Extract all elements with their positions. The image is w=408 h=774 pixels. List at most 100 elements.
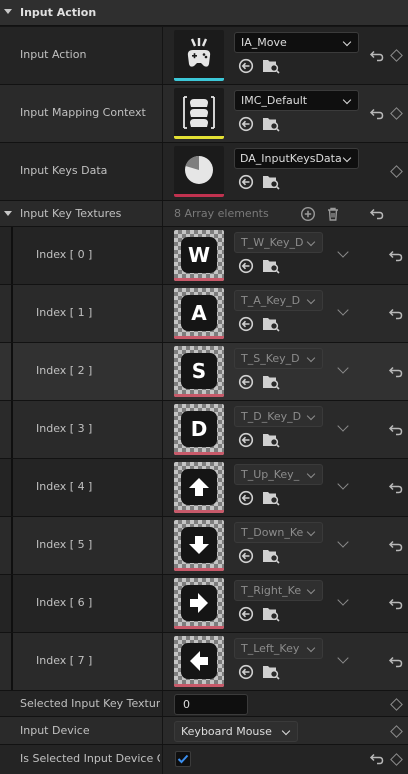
browse-folder-icon[interactable]	[262, 58, 280, 74]
texture-thumbnail[interactable]	[174, 462, 224, 513]
browse-folder-icon[interactable]	[262, 490, 280, 506]
element-options-chevron-icon[interactable]	[337, 536, 349, 548]
texture-asset-combo[interactable]: T_Right_Ke	[234, 580, 323, 601]
trash-icon[interactable]	[325, 206, 341, 222]
use-selected-asset-icon[interactable]	[238, 116, 254, 132]
input-device-combo[interactable]: Keyboard Mouse	[174, 721, 298, 742]
texture-thumbnail[interactable]	[174, 520, 224, 571]
reset-to-default-icon[interactable]	[369, 106, 385, 122]
element-options-chevron-icon[interactable]	[337, 652, 349, 664]
keyframe-diamond-icon[interactable]	[390, 753, 403, 766]
asset-type-bar	[174, 452, 224, 455]
input-key-textures-row[interactable]: Input Key Textures 8 Array elements	[0, 201, 408, 227]
indent-guide	[11, 285, 13, 342]
keyframe-diamond-icon[interactable]	[390, 165, 403, 178]
texture-element-row: Index [ 4 ] T_Up_Key_	[0, 459, 408, 517]
texture-asset-combo[interactable]: T_S_Key_D	[234, 348, 323, 369]
use-selected-asset-icon[interactable]	[238, 606, 254, 622]
element-options-chevron-icon[interactable]	[337, 246, 349, 258]
browse-folder-icon[interactable]	[262, 606, 280, 622]
browse-folder-icon[interactable]	[262, 258, 280, 274]
texture-asset-combo[interactable]: T_D_Key_D	[234, 406, 323, 427]
indent-guide	[11, 575, 13, 632]
keys-data-asset-combo[interactable]: DA_InputKeysData	[234, 148, 359, 169]
left-arrow-icon	[190, 651, 208, 671]
element-options-chevron-icon[interactable]	[337, 420, 349, 432]
selected-device-label: Is Selected Input Device O…	[20, 752, 160, 765]
selected-key-texture-input[interactable]: 0	[174, 694, 248, 715]
reset-to-default-icon[interactable]	[388, 654, 404, 670]
keyframe-diamond-icon[interactable]	[390, 107, 403, 120]
column-divider	[162, 201, 163, 226]
expand-arrow-icon[interactable]	[4, 211, 12, 216]
right-arrow-icon	[190, 593, 208, 613]
use-selected-asset-icon[interactable]	[238, 548, 254, 564]
browse-folder-icon[interactable]	[262, 316, 280, 332]
texture-thumbnail[interactable]: A	[174, 288, 224, 339]
reset-to-default-icon[interactable]	[388, 422, 404, 438]
browse-folder-icon[interactable]	[262, 664, 280, 680]
pie-chart-icon	[185, 155, 213, 184]
reset-to-default-icon[interactable]	[388, 364, 404, 380]
texture-thumbnail[interactable]	[174, 578, 224, 629]
texture-thumbnail[interactable]: D	[174, 404, 224, 455]
texture-asset-combo[interactable]: T_Down_Ke	[234, 522, 323, 543]
reset-to-default-icon[interactable]	[388, 248, 404, 264]
chevron-down-icon	[306, 353, 316, 363]
input-action-asset-name: IA_Move	[241, 36, 287, 49]
browse-folder-icon[interactable]	[262, 548, 280, 564]
reset-to-default-icon[interactable]	[388, 480, 404, 496]
browse-folder-icon[interactable]	[262, 116, 280, 132]
use-selected-asset-icon[interactable]	[238, 58, 254, 74]
keyframe-diamond-icon[interactable]	[390, 49, 403, 62]
element-index-label: Index [ 4 ]	[36, 480, 93, 493]
browse-folder-icon[interactable]	[262, 174, 280, 190]
add-element-icon[interactable]	[300, 206, 316, 222]
texture-asset-combo[interactable]: T_A_Key_D	[234, 290, 323, 311]
browse-folder-icon[interactable]	[262, 374, 280, 390]
chevron-down-icon	[281, 726, 291, 736]
selected-key-texture-label: Selected Input Key Textur…	[20, 697, 160, 710]
reset-to-default-icon[interactable]	[369, 751, 385, 767]
use-selected-asset-icon[interactable]	[238, 258, 254, 274]
texture-asset-combo[interactable]: T_W_Key_D	[234, 232, 323, 253]
texture-asset-name: T_Up_Key_	[241, 468, 300, 481]
element-index-label: Index [ 7 ]	[36, 654, 93, 667]
keyframe-diamond-icon[interactable]	[390, 725, 403, 738]
selected-device-checkbox[interactable]	[175, 751, 191, 767]
use-selected-asset-icon[interactable]	[238, 490, 254, 506]
use-selected-asset-icon[interactable]	[238, 664, 254, 680]
use-selected-asset-icon[interactable]	[238, 432, 254, 448]
element-index-label: Index [ 6 ]	[36, 596, 93, 609]
reset-to-default-icon[interactable]	[369, 48, 385, 64]
element-options-chevron-icon[interactable]	[337, 362, 349, 374]
mapping-context-asset-combo[interactable]: IMC_Default	[234, 90, 359, 111]
use-selected-asset-icon[interactable]	[238, 316, 254, 332]
texture-asset-combo[interactable]: T_Up_Key_	[234, 464, 323, 485]
texture-thumbnail[interactable]: W	[174, 230, 224, 281]
column-divider	[162, 401, 163, 458]
input-action-asset-combo[interactable]: IA_Move	[234, 32, 359, 53]
browse-folder-icon[interactable]	[262, 432, 280, 448]
texture-asset-combo[interactable]: T_Left_Key	[234, 638, 323, 659]
keys-data-thumbnail[interactable]	[174, 146, 224, 197]
element-options-chevron-icon[interactable]	[337, 304, 349, 316]
input-action-thumbnail[interactable]	[174, 30, 224, 81]
section-header-input-action[interactable]: Input Action	[0, 0, 408, 26]
reset-to-default-icon[interactable]	[388, 596, 404, 612]
reset-to-default-icon[interactable]	[388, 538, 404, 554]
reset-to-default-icon[interactable]	[369, 206, 385, 222]
column-divider	[162, 27, 163, 84]
indent-guide	[11, 517, 13, 574]
texture-thumbnail[interactable]	[174, 636, 224, 687]
keyframe-diamond-icon[interactable]	[390, 698, 403, 711]
use-selected-asset-icon[interactable]	[238, 174, 254, 190]
element-options-chevron-icon[interactable]	[337, 594, 349, 606]
texture-element-row: Index [ 3 ] D T_D_Key_D	[0, 401, 408, 459]
mapping-context-thumbnail[interactable]	[174, 88, 224, 139]
texture-thumbnail[interactable]: S	[174, 346, 224, 397]
element-options-chevron-icon[interactable]	[337, 478, 349, 490]
reset-to-default-icon[interactable]	[388, 306, 404, 322]
use-selected-asset-icon[interactable]	[238, 374, 254, 390]
collapse-arrow-icon[interactable]	[4, 9, 12, 14]
